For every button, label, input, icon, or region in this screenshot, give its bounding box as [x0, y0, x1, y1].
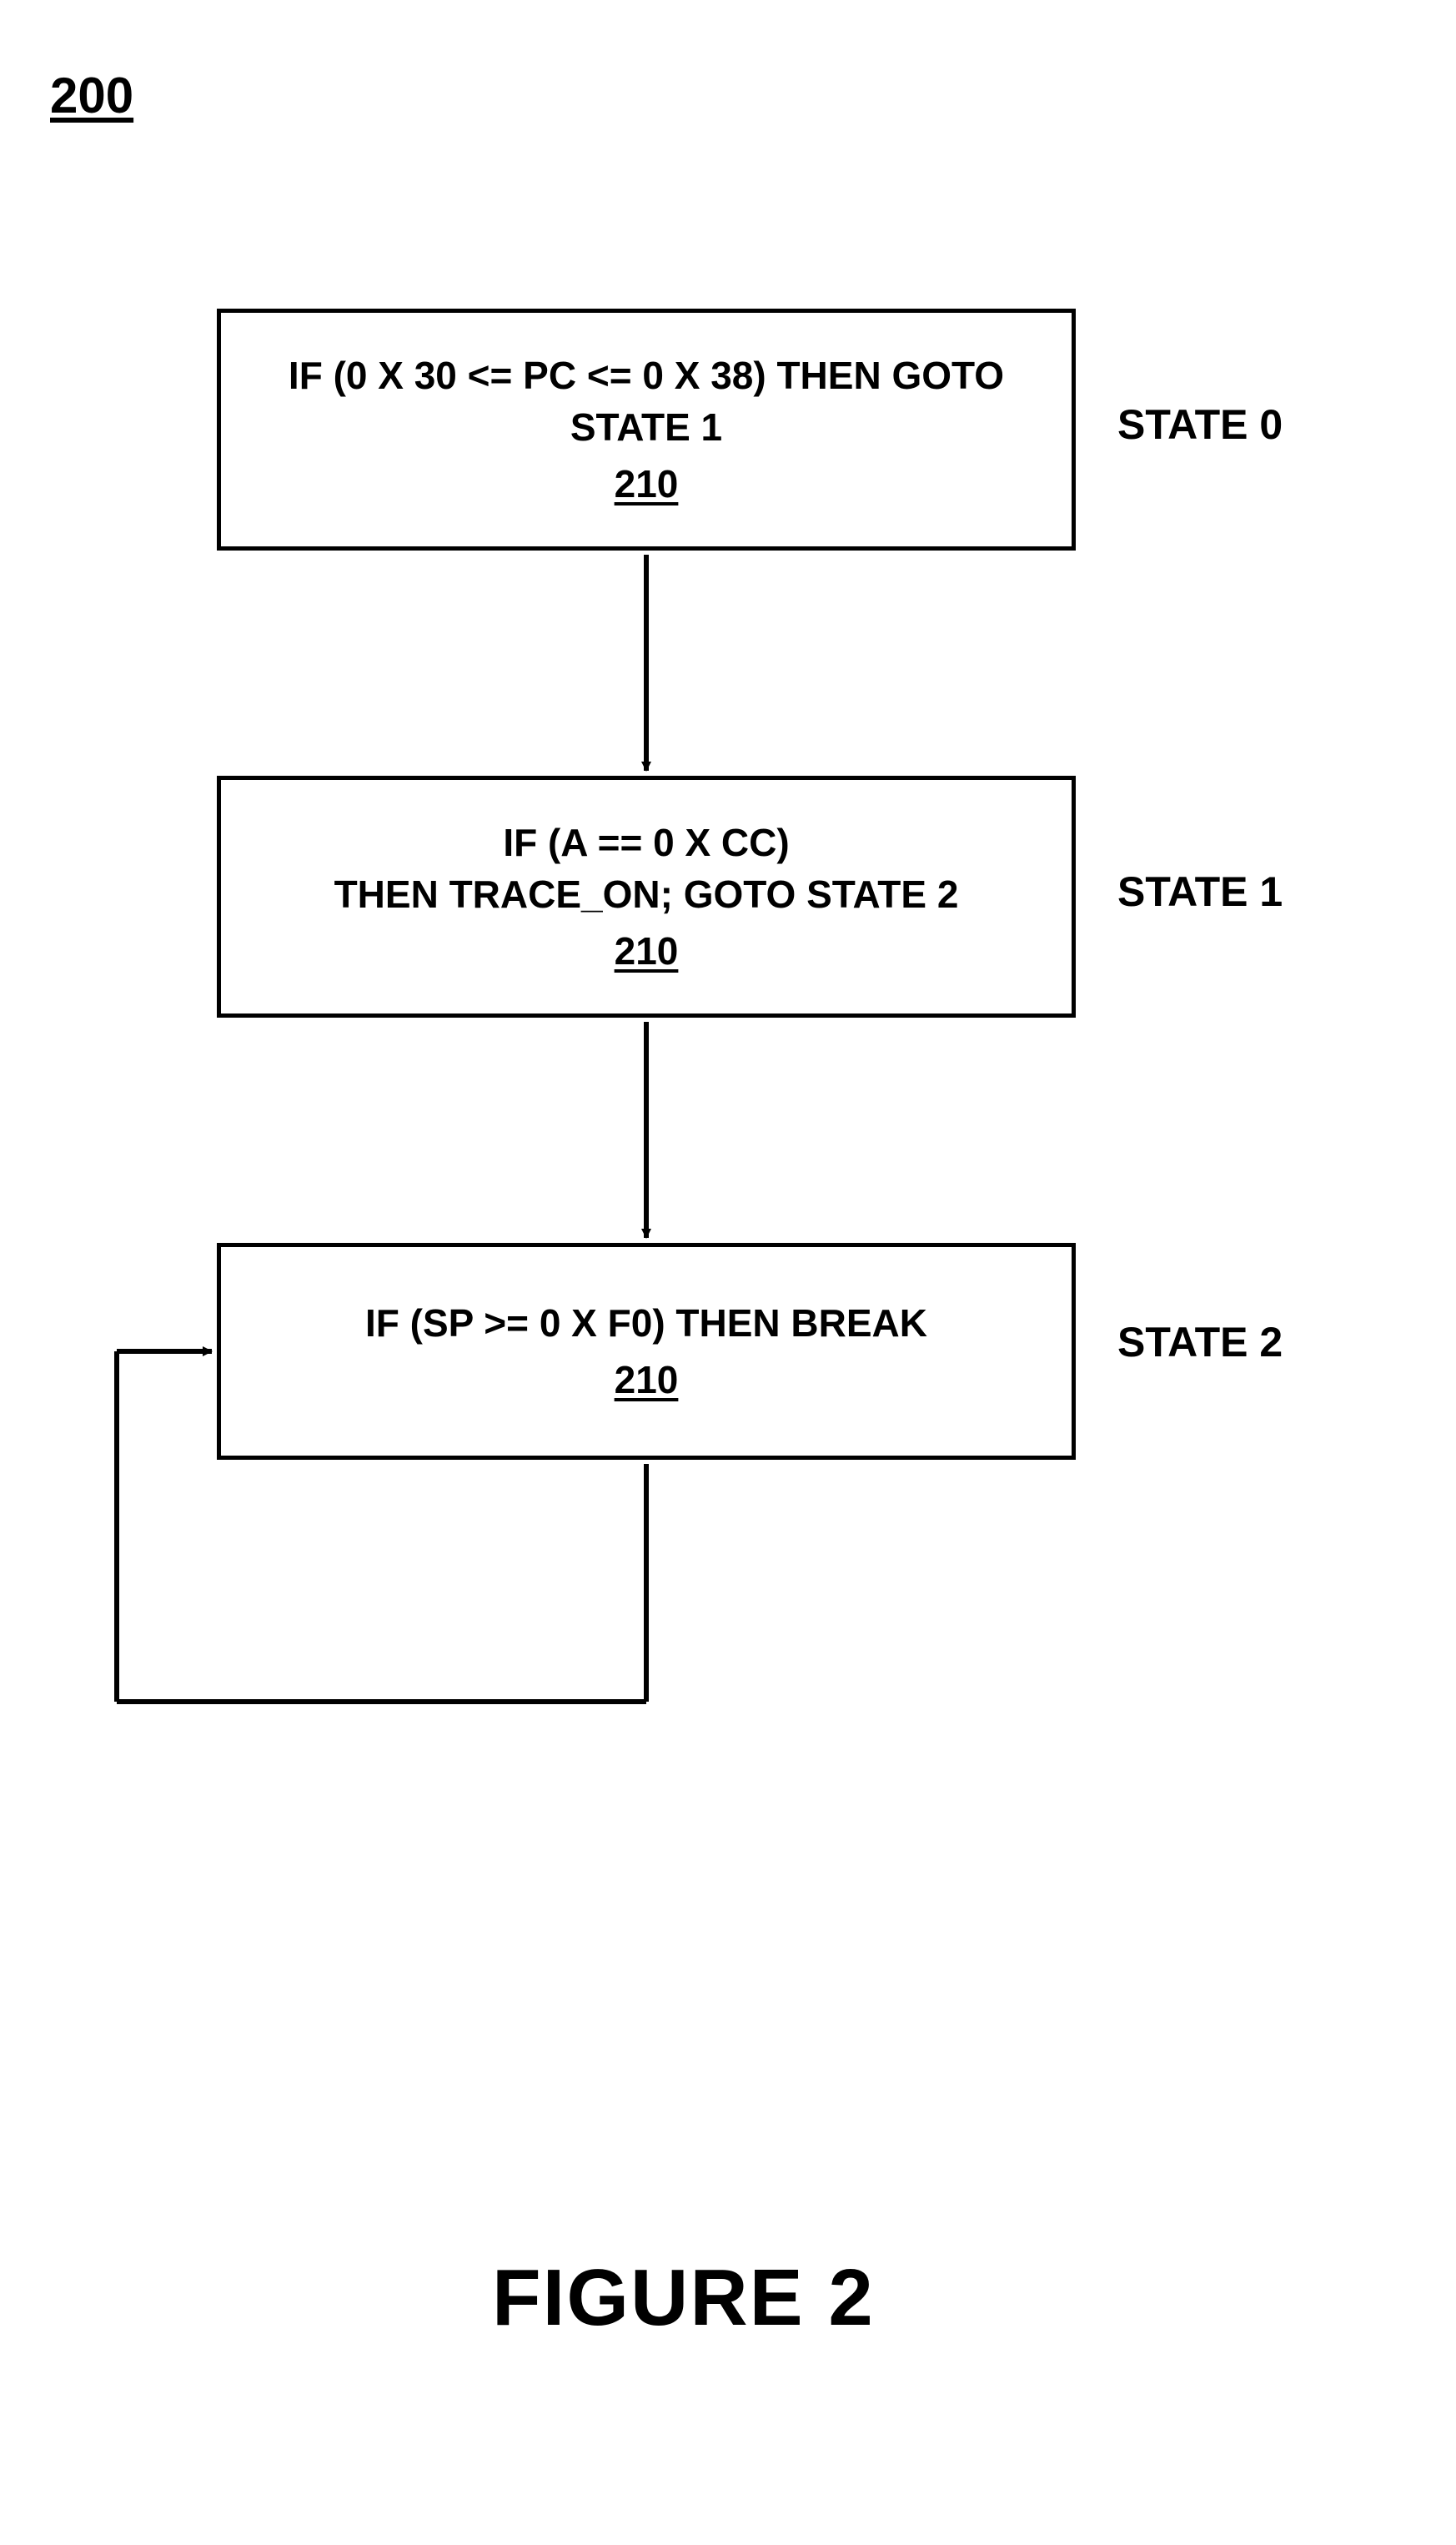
state-label-1: STATE 1 — [1117, 868, 1283, 916]
state1-line2: THEN TRACE_ON; GOTO STATE 2 — [334, 868, 959, 920]
state2-line1: IF (SP >= 0 X F0) THEN BREAK — [365, 1297, 927, 1349]
state-box-0: IF (0 X 30 <= PC <= 0 X 38) THEN GOTO ST… — [217, 309, 1076, 551]
state0-line1: IF (0 X 30 <= PC <= 0 X 38) THEN GOTO — [289, 350, 1004, 401]
figure-caption: FIGURE 2 — [492, 2252, 875, 2344]
state2-ref: 210 — [615, 1354, 679, 1406]
state-box-1: IF (A == 0 X CC) THEN TRACE_ON; GOTO STA… — [217, 776, 1076, 1018]
figure-number: 200 — [50, 67, 133, 124]
state1-ref: 210 — [615, 925, 679, 977]
state1-line1: IF (A == 0 X CC) — [503, 817, 789, 868]
state-box-2: IF (SP >= 0 X F0) THEN BREAK 210 — [217, 1243, 1076, 1460]
state0-ref: 210 — [615, 458, 679, 510]
state0-line2: STATE 1 — [570, 401, 722, 453]
state-label-2: STATE 2 — [1117, 1318, 1283, 1366]
state-label-0: STATE 0 — [1117, 400, 1283, 449]
diagram-page: 200 IF (0 X 30 <= PC <= 0 X 38) THEN GOT… — [0, 0, 1456, 2545]
